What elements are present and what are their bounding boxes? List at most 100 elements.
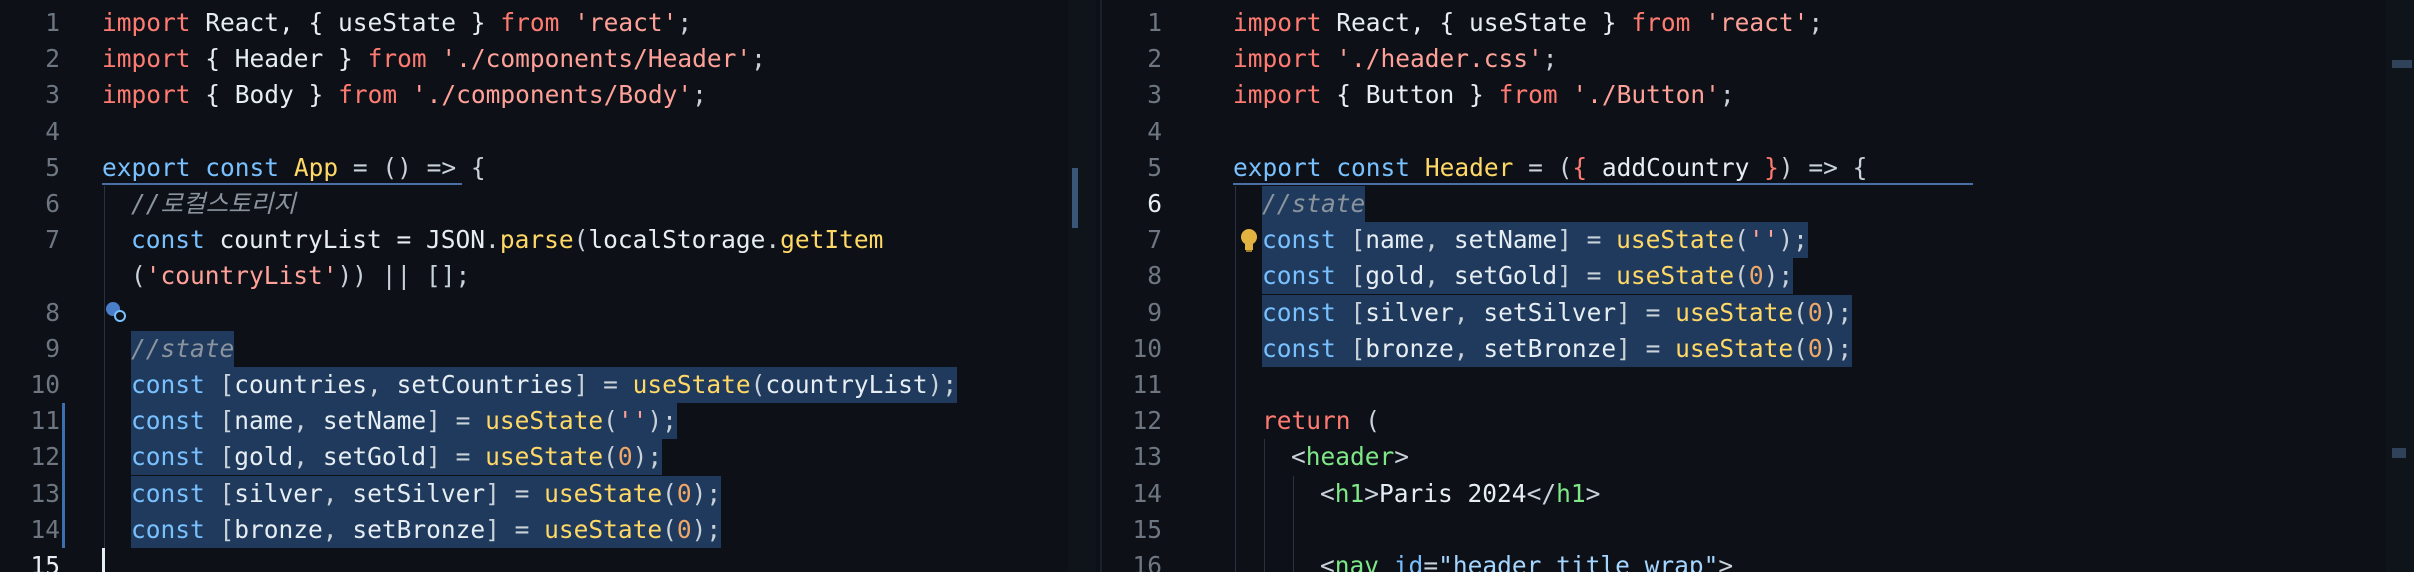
right-editor-pane[interactable]: 1 2 3 4 5 6 7 8 9 10 11 12 13 14 15 16 import React, { …: [1102, 0, 2414, 572]
code-token: ,: [322, 514, 353, 544]
code-token: setName: [1453, 225, 1558, 255]
code-line-14[interactable]: const [bronze, setBronze] = useState(0);: [131, 511, 722, 548]
code-token: =: [1423, 551, 1439, 572]
code-token: setCountries: [396, 370, 574, 399]
code-line-7[interactable]: const [name, setName] = useState('');: [1262, 222, 1808, 259]
code-token: = () => {: [338, 152, 486, 182]
code-line-12[interactable]: const [gold, setGold] = useState(0);: [131, 439, 663, 476]
code-token: (: [750, 370, 766, 399]
left-editor-pane[interactable]: 1 2 3 4 5 6 7 8 9 10 11 12 13 14 15 import React, { us…: [0, 0, 1100, 572]
code-action-icon[interactable]: [104, 299, 126, 322]
code-token: setSilver: [1483, 297, 1617, 327]
code-token: name: [234, 406, 294, 436]
code-token: React, {: [190, 8, 339, 37]
code-token: ,: [1424, 225, 1454, 255]
code-token: Button: [1365, 80, 1455, 110]
code-line-2[interactable]: import './header.css';: [1233, 41, 1558, 77]
line-number: 9: [1147, 297, 1162, 327]
line-number: 13: [1132, 442, 1162, 472]
code-token: silver: [234, 478, 323, 508]
code-token: './Button': [1572, 80, 1720, 110]
code-line-3[interactable]: import { Button } from './Button';: [1233, 77, 1735, 113]
code-token: >: [1394, 442, 1410, 472]
code-line-1[interactable]: import React, { useState } from 'react';: [102, 5, 692, 41]
line-number: 9: [45, 333, 60, 363]
code-line-8[interactable]: const [gold, setGold] = useState(0);: [1262, 258, 1794, 295]
code-token: header: [1305, 442, 1395, 472]
code-token: setName: [322, 406, 427, 436]
left-minimap[interactable]: [1068, 0, 1096, 572]
code-token: setBronze: [1483, 333, 1617, 363]
code-line-13[interactable]: <header>: [1291, 439, 1409, 475]
code-line-1[interactable]: import React, { useState } from 'react';: [1233, 5, 1823, 41]
code-token: >: [1585, 478, 1601, 508]
code-token: const: [131, 478, 205, 508]
code-token: return: [1262, 406, 1351, 436]
code-token: );: [647, 406, 677, 436]
code-token: </: [1526, 478, 1557, 508]
code-token: 'countryList': [145, 261, 338, 291]
code-token: bronze: [1365, 333, 1454, 363]
code-line-13[interactable]: const [silver, setSilver] = useState(0);: [131, 475, 722, 512]
code-token: setSilver: [352, 478, 486, 508]
lightbulb-icon[interactable]: [1238, 228, 1260, 254]
line-number: 1: [1147, 8, 1162, 37]
code-token: [: [1335, 333, 1366, 363]
code-token: [: [204, 442, 235, 472]
code-token: gold: [234, 442, 294, 472]
line-number: 4: [45, 116, 60, 146]
code-token: useState: [544, 478, 663, 508]
code-token: Body: [234, 80, 294, 110]
line-number: 11: [30, 406, 60, 436]
code-token: ;: [692, 80, 707, 110]
code-token: ;: [1808, 8, 1824, 37]
code-line-10[interactable]: const [bronze, setBronze] = useState(0);: [1262, 330, 1853, 367]
code-token: parse: [499, 225, 574, 255]
code-token: useState: [1616, 261, 1735, 291]
code-token: h1: [1556, 478, 1586, 508]
indent-guide: [1293, 475, 1294, 572]
indent-guide: [104, 186, 105, 548]
code-line-6[interactable]: //state: [1262, 186, 1366, 222]
code-token: [: [204, 406, 235, 436]
code-line-7[interactable]: const countryList = JSON.parse(localStor…: [131, 222, 883, 258]
right-minimap[interactable]: [2386, 0, 2414, 572]
code-line-11[interactable]: const [name, setName] = useState('');: [131, 403, 677, 440]
code-token: useState: [1616, 225, 1735, 255]
code-token: const: [131, 225, 205, 255]
code-token: const: [1262, 261, 1336, 291]
code-token: import: [1233, 80, 1322, 110]
code-token: import: [1233, 44, 1322, 74]
code-token: <: [1291, 442, 1306, 472]
code-line-3[interactable]: import { Body } from './components/Body'…: [102, 77, 707, 113]
code-token: useState: [485, 406, 604, 436]
code-token: ,: [1424, 261, 1454, 291]
code-token: ] =: [1616, 297, 1676, 327]
line-number: 12: [30, 442, 60, 472]
code-line-14[interactable]: <h1>Paris 2024</h1>: [1320, 476, 1600, 512]
code-line-12[interactable]: return (: [1262, 403, 1380, 439]
line-number: 14: [30, 514, 60, 544]
code-line-5[interactable]: export const Header = ({ addCountry }) =…: [1233, 150, 1867, 186]
code-line-6[interactable]: //로컬스토리지: [131, 186, 296, 222]
code-token: from: [338, 80, 398, 110]
code-token: 'react': [1705, 8, 1809, 37]
code-line-2[interactable]: import { Header } from './components/Hea…: [102, 41, 766, 77]
code-token: setBronze: [352, 514, 486, 544]
line-number: 2: [45, 44, 60, 74]
code-token: h1: [1334, 478, 1365, 508]
code-token: useState: [338, 8, 457, 37]
code-line-9[interactable]: //state: [131, 330, 235, 367]
code-token: ] =: [426, 406, 486, 436]
code-line-9[interactable]: const [silver, setSilver] = useState(0);: [1262, 294, 1853, 331]
code-token: useState: [1469, 8, 1588, 37]
code-token: 0: [617, 442, 633, 472]
code-line-7-wrap[interactable]: ('countryList')) || [];: [131, 258, 470, 294]
code-line-5[interactable]: export const App = () => {: [102, 150, 486, 186]
left-scroll-thumb[interactable]: [1072, 168, 1078, 228]
right-scroll-marker-bottom: [2392, 448, 2406, 458]
code-line-10[interactable]: const [countries, setCountries] = useSta…: [131, 367, 958, 403]
code-line-16[interactable]: <nav id="header title wrap">: [1320, 548, 1733, 572]
